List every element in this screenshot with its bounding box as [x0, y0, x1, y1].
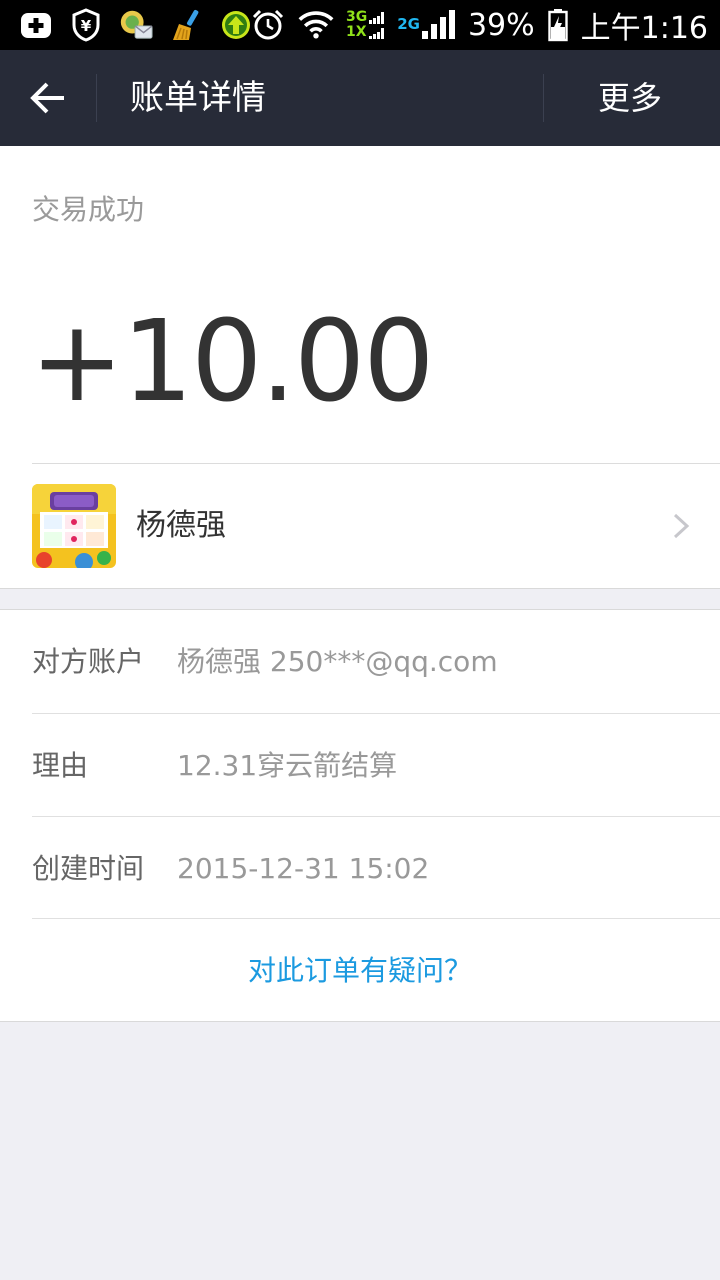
detail-label-account: 对方账户: [32, 645, 145, 678]
broom-cleaner-icon: [168, 8, 204, 42]
detail-value-account: 杨德强 250***@qq.com: [177, 645, 498, 678]
wifi-icon: [298, 8, 334, 42]
order-question-link[interactable]: 对此订单有疑问？: [0, 919, 720, 1022]
status-bar: ¥ 3G 1X 2G 39% 上午1:16: [0, 0, 720, 50]
back-arrow-icon: [30, 82, 64, 114]
nav-divider-left: [96, 74, 97, 122]
back-button[interactable]: [22, 76, 74, 120]
payer-name: 杨德强: [136, 508, 226, 543]
status-time: 上午1:16: [580, 11, 708, 46]
detail-row-account: 对方账户 杨德强 250***@qq.com: [0, 610, 720, 713]
battery-charging-icon: [547, 8, 569, 42]
detail-label-created-time: 创建时间: [32, 852, 145, 885]
status-bar-system: 3G 1X 2G 39% 上午1:16: [250, 0, 708, 50]
detail-label-reason: 理由: [32, 749, 89, 782]
payer-row[interactable]: 杨德强: [0, 464, 720, 588]
message-app-icon: [118, 8, 154, 42]
network-3g-label: 3G: [345, 9, 368, 25]
upload-arrow-icon: [218, 8, 254, 42]
detail-row-reason: 理由 12.31穿云箭结算: [0, 714, 720, 817]
signal-2g-icon: 2G: [397, 9, 456, 41]
svg-text:¥: ¥: [81, 17, 92, 35]
shield-yen-icon: ¥: [68, 8, 104, 42]
add-notification-icon: [18, 8, 54, 42]
avatar: [32, 484, 116, 568]
transaction-summary: 交易成功 +10.00 杨德强: [0, 146, 720, 589]
page-title: 账单详情: [130, 78, 266, 118]
transaction-details: 对方账户 杨德强 250***@qq.com 理由 12.31穿云箭结算 创建时…: [0, 609, 720, 1022]
alarm-icon: [250, 8, 286, 42]
battery-percent: 39%: [467, 7, 535, 43]
detail-value-created-time: 2015-12-31 15:02: [177, 852, 430, 885]
detail-row-created-time: 创建时间 2015-12-31 15:02: [0, 817, 720, 920]
transaction-amount: +10.00: [30, 297, 434, 427]
network-2g-label: 2G: [397, 15, 420, 33]
network-1x-label: 1X: [345, 24, 367, 40]
chevron-right-icon: [673, 513, 690, 539]
signal-3g-1x-icon: 3G 1X: [346, 10, 385, 40]
status-bar-notifications: ¥: [18, 8, 254, 42]
more-button[interactable]: 更多: [598, 50, 662, 146]
transaction-status: 交易成功: [32, 193, 145, 226]
nav-divider-right: [543, 74, 544, 122]
detail-value-reason: 12.31穿云箭结算: [177, 749, 398, 782]
nav-bar: 账单详情 更多: [0, 50, 720, 146]
